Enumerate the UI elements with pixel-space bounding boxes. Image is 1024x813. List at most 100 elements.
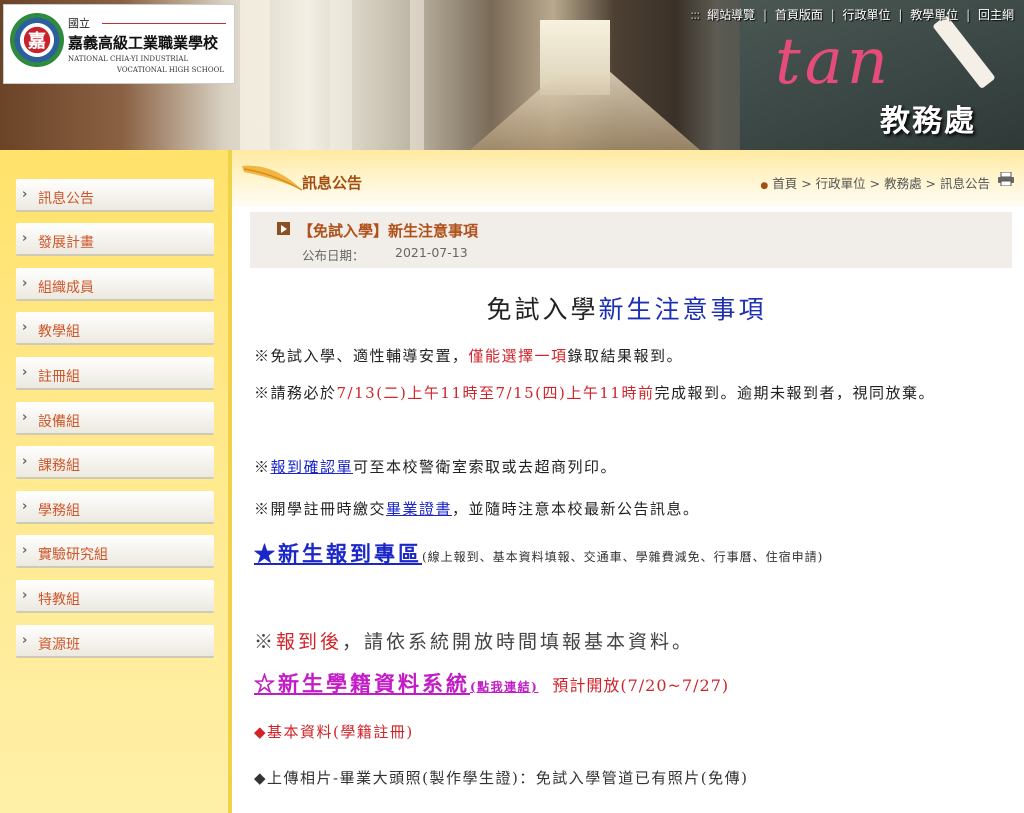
sidebar-item-curriculum[interactable]: › 課務組 (16, 446, 214, 479)
nav-separator: | (898, 8, 903, 22)
chevron-right-icon: › (22, 365, 28, 380)
nav-separator: | (830, 8, 835, 22)
notice-paragraph: ※報到後，請依系統開放時間填報基本資料。 (254, 628, 694, 656)
sidebar-item-equipment[interactable]: › 設備組 (16, 402, 214, 435)
sidebar-item-label: 訊息公告 (38, 191, 94, 207)
text: ※請務必於 (254, 384, 337, 402)
header-chalk-writing: tan (775, 25, 893, 99)
highlight-text: 報到後 (276, 631, 343, 653)
sidebar-item-announcements[interactable]: › 訊息公告 (16, 179, 214, 212)
school-name-en-line1: NATIONAL CHIA-YI INDUSTRIAL (68, 55, 189, 63)
school-name: 嘉義高級工業職業學校 (68, 34, 219, 52)
publish-date-label: 公布日期： (302, 248, 365, 263)
site-header: tan 教務處 嘉 國立 嘉義高級工業職業學校 NATIONAL CHIA-YI… (0, 0, 1024, 150)
chevron-right-icon: › (22, 276, 28, 291)
school-name-en-line2: VOCATIONAL HIGH SCHOOL (116, 66, 224, 74)
emblem-glyph: 嘉 (28, 31, 46, 52)
click-link[interactable]: (點我連結) (470, 680, 538, 694)
header-photo-floor (470, 70, 700, 150)
quill-icon (242, 165, 303, 191)
text: ※開學註冊時繳交 (254, 500, 387, 518)
header-photo-pillar (240, 0, 270, 150)
chevron-right-icon: › (22, 454, 28, 469)
student-records-system-link[interactable]: ☆新生學籍資料系統 (254, 671, 470, 696)
notice-paragraph: ※開學註冊時繳交畢業證書，並隨時注意本校最新公告訊息。 (254, 495, 700, 523)
department-title: 教務處 (880, 104, 976, 139)
chevron-right-icon: › (22, 499, 28, 514)
top-nav: ::: 網站導覽 | 首頁版面 | 行政單位 | 教學單位 | 回主網 (688, 6, 1016, 23)
chevron-right-icon: › (22, 543, 28, 558)
sidebar-item-label: 課務組 (38, 458, 80, 474)
text: ※ (254, 631, 277, 653)
logo-divider (102, 23, 226, 24)
breadcrumb-text[interactable]: 首頁 > 行政單位 > 教務處 > 訊息公告 (772, 176, 990, 191)
sidebar-item-development-plan[interactable]: › 發展計畫 (16, 223, 214, 256)
breadcrumb-bullet-icon: ● (760, 181, 769, 191)
sidebar-item-special-education[interactable]: › 特教組 (16, 580, 214, 613)
nav-teaching-units[interactable]: 教學單位 (910, 8, 958, 22)
article-heading: 免試入學新生注意事項 (254, 290, 999, 326)
sidebar-item-label: 組織成員 (38, 280, 94, 296)
highlight-text: 僅能選擇一項 (468, 347, 568, 365)
registration-note: (線上報到、基本資料填報、交通車、學雜費減免、行事曆、住宿申請) (422, 550, 824, 564)
sidebar-item-resource-class[interactable]: › 資源班 (16, 625, 214, 658)
header-photo-pillar (410, 0, 424, 150)
text: ※ (254, 458, 271, 476)
section-title: 訊息公告 (302, 174, 363, 192)
sidebar-item-label: 註冊組 (38, 369, 80, 385)
notice-paragraph: ◆基本資料(學籍註冊) (254, 723, 414, 741)
text: 錄取結果報到。 (567, 347, 684, 365)
chevron-right-icon: › (22, 410, 28, 425)
notice-paragraph: ※免試入學、適性輔導安置，僅能選擇一項錄取結果報到。 (254, 342, 683, 370)
text: ※免試入學、適性輔導安置， (254, 347, 469, 365)
nav-separator: | (762, 8, 767, 22)
notice-paragraph: ※報到確認單可至本校警衛室索取或去超商列印。 (254, 453, 617, 481)
sidebar-item-label: 資源班 (38, 637, 80, 653)
notice-paragraph: ☆新生學籍資料系統(點我連結) 預計開放(7/20~7/27) (254, 670, 729, 701)
sidebar-item-academic-affairs[interactable]: › 學務組 (16, 491, 214, 524)
chevron-right-icon: › (22, 633, 28, 648)
sidebar-item-teaching[interactable]: › 教學組 (16, 312, 214, 345)
breadcrumb: ● 首頁 > 行政單位 > 教務處 > 訊息公告 (760, 173, 990, 192)
nav-admin-units[interactable]: 行政單位 (843, 8, 891, 22)
sidebar-item-label: 實驗研究組 (38, 547, 108, 563)
text: 可至本校警衛室索取或去超商列印。 (353, 458, 618, 476)
logo-national-label: 國立 (68, 17, 90, 30)
section-header: 訊息公告 ● 首頁 > 行政單位 > 教務處 > 訊息公告 (232, 150, 1024, 206)
nav-main-site[interactable]: 回主網 (978, 8, 1014, 22)
sidebar-item-label: 教學組 (38, 324, 80, 340)
text: ，請依系統開放時間填報基本資料。 (342, 631, 695, 653)
nav-home-layout[interactable]: 首頁版面 (775, 8, 823, 22)
text: ，並隨時注意本校最新公告訊息。 (452, 500, 700, 518)
chevron-right-icon: › (22, 231, 28, 246)
heading-part: 免試入學 (486, 295, 599, 324)
school-logo[interactable]: 嘉 國立 嘉義高級工業職業學校 NATIONAL CHIA-YI INDUSTR… (3, 4, 235, 84)
sidebar-item-label: 設備組 (38, 414, 80, 430)
open-schedule: 預計開放(7/20~7/27) (552, 676, 730, 695)
publish-date: 2021-07-13 (395, 245, 468, 260)
school-emblem-icon: 嘉 (10, 13, 64, 67)
freshman-registration-link[interactable]: ★新生報到專區 (254, 541, 422, 566)
sidebar: › 訊息公告 › 發展計畫 › 組織成員 › 教學組 › 註冊組 › 設備組 › 課務組 › 學… (0, 150, 232, 813)
notice-paragraph: ※請務必於7/13(二)上午11時至7/15(四)上午11時前完成報到。逾期未報… (254, 379, 999, 407)
notice-paragraph: ◆上傳相片-畢業大頭照(製作學生證)：免試入學管道已有照片(免傳) (254, 769, 749, 787)
diploma-link[interactable]: 畢業證書 (386, 500, 452, 518)
sidebar-item-registration[interactable]: › 註冊組 (16, 357, 214, 390)
sidebar-item-label: 特教組 (38, 592, 80, 608)
notice-paragraph: ★新生報到專區(線上報到、基本資料填報、交通車、學雜費減免、行事曆、住宿申請) (254, 540, 823, 571)
deadline-text: 7/13(二)上午11時至7/15(四)上午11時前 (336, 384, 655, 402)
article-title: 【免試入學】新生注意事項 (298, 222, 479, 240)
printer-icon[interactable] (998, 172, 1014, 186)
sidebar-item-experimental-research[interactable]: › 實驗研究組 (16, 535, 214, 568)
nav-dots-icon: ::: (690, 8, 700, 22)
confirmation-form-link[interactable]: 報到確認單 (271, 458, 354, 476)
chevron-right-icon: › (22, 187, 28, 202)
nav-sitemap[interactable]: 網站導覽 (707, 8, 755, 22)
heading-part-highlight: 新生注意事項 (598, 295, 767, 324)
sidebar-item-members[interactable]: › 組織成員 (16, 268, 214, 301)
chevron-right-icon: › (22, 588, 28, 603)
nav-separator: | (966, 8, 971, 22)
article-header: 【免試入學】新生注意事項 公布日期： 2021-07-13 (250, 212, 1012, 268)
chevron-right-icon: › (22, 320, 28, 335)
play-arrow-icon (277, 222, 290, 235)
